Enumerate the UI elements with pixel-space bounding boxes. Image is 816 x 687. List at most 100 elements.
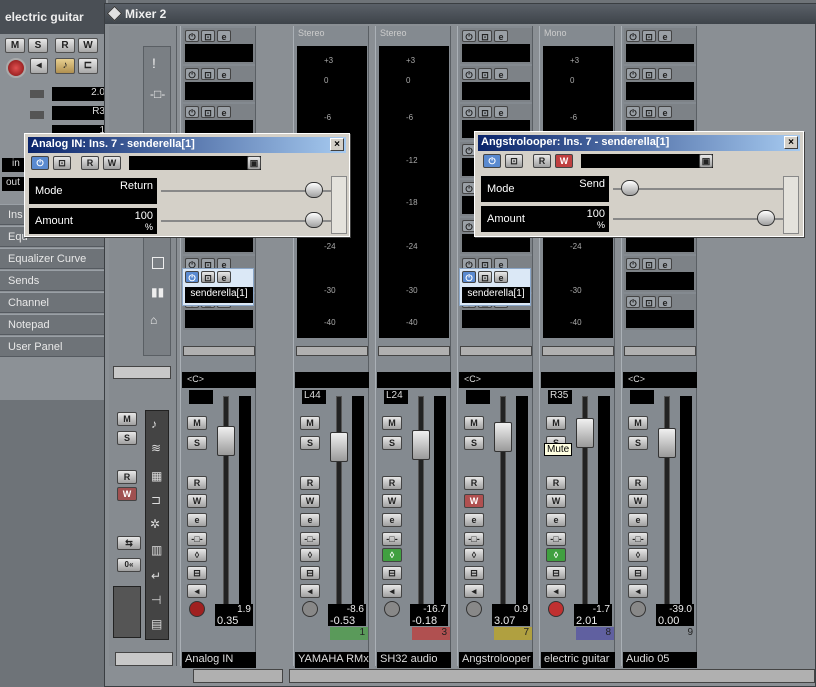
solo-button[interactable]: S — [628, 436, 648, 450]
selected-insert-slot[interactable]: ⏻ ⊡ e senderella[1] — [459, 268, 531, 306]
monitor-icon[interactable]: ◂ — [464, 584, 484, 598]
monitor-icon[interactable]: ◂ — [30, 58, 48, 74]
volume-fader-track[interactable] — [336, 396, 342, 626]
global-read-button[interactable]: R — [117, 470, 137, 484]
insert-slot-field[interactable] — [185, 82, 253, 100]
route-label[interactable]: L24 — [384, 390, 408, 404]
insert-power-icon[interactable]: ⏻ — [185, 106, 199, 118]
insert-slot[interactable]: ⏻ ⊡ e — [183, 28, 255, 64]
insert-slot-field[interactable] — [626, 82, 694, 100]
sends-bypass-icon[interactable]: ⊟ — [187, 566, 207, 580]
inspector-write-button[interactable]: W — [78, 38, 98, 53]
insert-bypass-icon[interactable]: ⊡ — [478, 68, 492, 80]
strip-scroll-controls[interactable] — [183, 346, 255, 356]
volume-value[interactable]: 0.00 — [656, 615, 694, 627]
audio-icon[interactable]: ♪ — [151, 417, 157, 431]
channel-name[interactable]: electric guitar — [541, 652, 615, 668]
edit-button[interactable]: e — [300, 513, 320, 527]
window-layout-icon[interactable] — [113, 586, 141, 638]
strip-scroll-controls[interactable] — [296, 346, 368, 356]
insert-power-icon[interactable]: ⏻ — [462, 271, 476, 283]
bypass-icon[interactable]: ⊡ — [53, 156, 71, 170]
music-note-icon[interactable]: ♪ — [55, 58, 75, 74]
insert-power-icon[interactable]: ⏻ — [185, 271, 199, 283]
insert-power-icon[interactable]: ⏻ — [462, 106, 476, 118]
section-notepad[interactable]: Notepad — [0, 314, 104, 335]
bypass-icon[interactable]: ⊡ — [505, 154, 523, 168]
write-button[interactable]: W — [628, 494, 648, 508]
eq-bypass-icon[interactable]: ◊ — [464, 548, 484, 562]
volume-value[interactable]: -0.53 — [328, 615, 366, 627]
insert-power-icon[interactable]: ⏻ — [185, 68, 199, 80]
plugin-read-button[interactable]: R — [533, 154, 551, 168]
record-enable-icon[interactable] — [630, 601, 646, 617]
pan-display[interactable]: <C> — [459, 372, 533, 388]
insert-power-icon[interactable]: ⏻ — [462, 30, 476, 42]
volume-value[interactable]: -0.18 — [410, 615, 448, 627]
power-icon[interactable]: ⏻ — [31, 156, 49, 170]
routing-icon[interactable]: -□- — [150, 87, 165, 101]
mute-button[interactable]: M — [464, 416, 484, 430]
param-slider-knob[interactable] — [621, 180, 639, 196]
insert-bypass-icon[interactable]: ⊡ — [478, 271, 492, 283]
monitor-icon[interactable]: ◂ — [628, 584, 648, 598]
section-sends[interactable]: Sends — [0, 270, 104, 291]
insert-slot[interactable]: ⏻ ⊡ e — [183, 66, 255, 102]
strip-width-controls[interactable] — [113, 366, 171, 379]
insert-slot-field[interactable] — [185, 310, 253, 328]
fx-icon[interactable]: ▦ — [151, 469, 162, 483]
insert-edit-icon[interactable]: e — [658, 106, 672, 118]
pan-display[interactable] — [377, 372, 451, 388]
preset-field[interactable] — [129, 156, 261, 170]
volume-fader[interactable] — [494, 422, 512, 452]
insert-bypass-icon[interactable]: ⊡ — [642, 296, 656, 308]
left-horizontal-scrollbar[interactable] — [193, 669, 283, 683]
insert-power-icon[interactable]: ⏻ — [626, 106, 640, 118]
edit-button[interactable]: e — [382, 513, 402, 527]
insert-slot[interactable]: ⏻ ⊡ e — [624, 66, 696, 102]
insert-edit-icon[interactable]: e — [494, 68, 508, 80]
eq-bypass-icon[interactable]: ◊ — [382, 548, 402, 562]
insert-bypass-icon[interactable]: ⊡ — [201, 106, 215, 118]
insert-power-icon[interactable]: ⏻ — [185, 30, 199, 42]
insert-bypass-icon[interactable]: -□- — [382, 532, 402, 546]
solo-button[interactable]: S — [464, 436, 484, 450]
record-enable-icon[interactable] — [466, 601, 482, 617]
monitor-icon[interactable]: ◂ — [546, 584, 566, 598]
insert-bypass-icon[interactable]: ⊡ — [642, 68, 656, 80]
read-button[interactable]: R — [628, 476, 648, 490]
read-button[interactable]: R — [382, 476, 402, 490]
insert-bypass-icon[interactable]: ⊡ — [478, 106, 492, 118]
read-button[interactable]: R — [464, 476, 484, 490]
insert-bypass-icon[interactable]: ⊡ — [201, 30, 215, 42]
param-slider-knob[interactable] — [305, 212, 323, 228]
insert-bypass-icon[interactable]: ⊡ — [642, 30, 656, 42]
write-button[interactable]: W — [300, 494, 320, 508]
read-button[interactable]: R — [546, 476, 566, 490]
edit-button[interactable]: e — [187, 513, 207, 527]
channel-name[interactable]: Analog IN — [182, 652, 256, 668]
insert-edit-icon[interactable]: e — [494, 30, 508, 42]
insert-bypass-icon[interactable]: ⊡ — [201, 271, 215, 283]
insert-power-icon[interactable]: ⏻ — [626, 68, 640, 80]
save-icon[interactable]: ▣ — [699, 154, 713, 168]
param-slider-knob[interactable] — [305, 182, 323, 198]
write-button[interactable]: W — [187, 494, 207, 508]
view-set-selector[interactable] — [115, 652, 173, 666]
insert-edit-icon[interactable]: e — [217, 68, 231, 80]
instrument-icon[interactable]: ⊐ — [151, 493, 161, 507]
insert-bypass-icon[interactable]: ⊡ — [642, 106, 656, 118]
keyboard-icon[interactable]: ▥ — [151, 543, 162, 557]
insert-slot-field[interactable] — [185, 44, 253, 62]
input-routing[interactable]: in — [2, 158, 26, 172]
channel-name[interactable]: Audio 05 — [623, 652, 697, 668]
output-icon[interactable]: ⊣ — [151, 593, 161, 607]
edit-button[interactable]: e — [628, 513, 648, 527]
solo-button[interactable]: S — [300, 436, 320, 450]
sends-bypass-icon[interactable]: ⊟ — [546, 566, 566, 580]
inspector-mute-button[interactable]: M — [5, 38, 25, 53]
record-enable-icon[interactable] — [384, 601, 400, 617]
read-button[interactable]: R — [300, 476, 320, 490]
strip-scroll-controls[interactable] — [378, 346, 450, 356]
mute-button[interactable]: M — [546, 416, 566, 430]
